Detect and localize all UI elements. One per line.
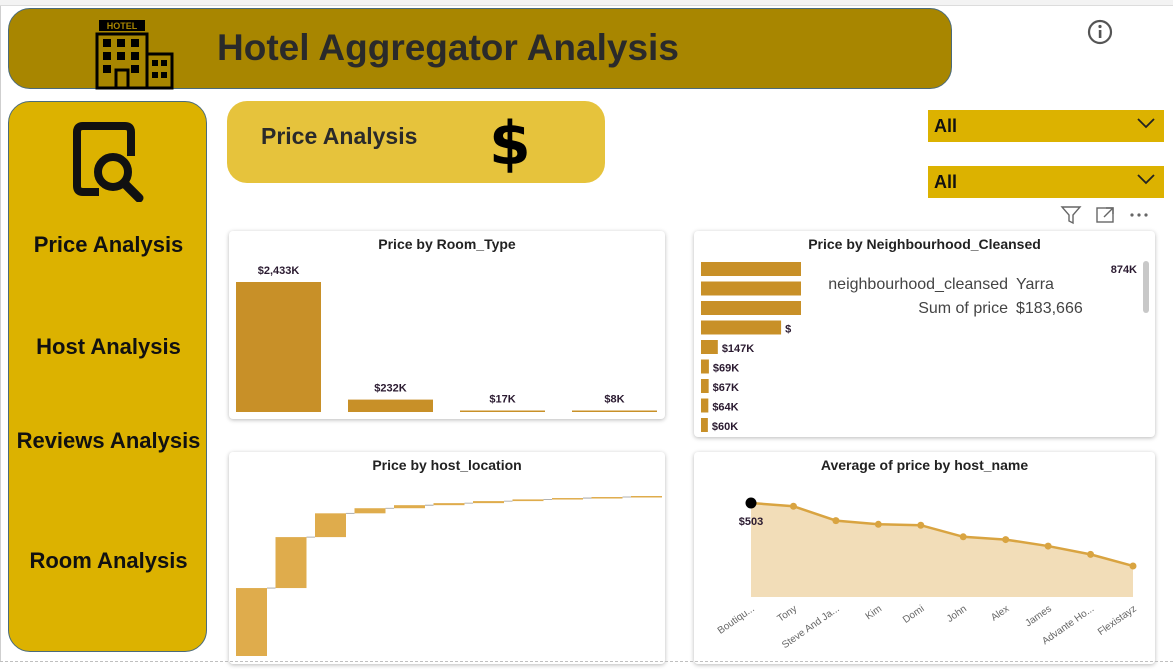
bar xyxy=(701,262,801,276)
waterfall-bar xyxy=(275,537,307,589)
waterfall-bar xyxy=(591,497,623,499)
waterfall-bar xyxy=(433,503,465,506)
data-label: $60K xyxy=(712,421,738,433)
bar xyxy=(701,418,708,432)
slicer-value: All xyxy=(934,116,958,136)
filter-icon[interactable] xyxy=(1060,204,1082,231)
bar xyxy=(701,340,718,354)
data-point xyxy=(1002,536,1010,544)
sidebar-item-price-analysis[interactable]: Price Analysis xyxy=(9,232,208,258)
slicer-dropdown-1[interactable]: All xyxy=(928,110,1164,142)
waterfall-bar xyxy=(552,498,583,500)
waterfall-bar xyxy=(394,505,425,509)
waterfall-bar xyxy=(236,588,267,656)
x-tick-label: Tony xyxy=(776,603,800,624)
tooltip-key: Sum of price xyxy=(918,300,1008,317)
host-location-waterfall-chart xyxy=(236,496,662,656)
sidebar-item-host-analysis[interactable]: Host Analysis xyxy=(9,334,208,360)
price-analysis-card: Price Analysis $ xyxy=(227,101,605,183)
bar xyxy=(348,399,433,412)
canvas-frame-bottom xyxy=(0,661,1173,662)
data-label: $17K xyxy=(489,394,515,406)
x-tick-label: James xyxy=(1023,603,1053,629)
sidebar-item-room-analysis[interactable]: Room Analysis xyxy=(9,548,208,574)
canvas-frame xyxy=(0,6,3,661)
waterfall-bar xyxy=(354,508,386,514)
page-title: Hotel Aggregator Analysis xyxy=(217,27,679,68)
chart-tooltip: neighbourhood_cleansed Yarra Sum of price… xyxy=(812,273,1083,321)
host-name-area-chart: $503Boutiqu... TonySteve And Ja... Kim Domi… xyxy=(716,497,1139,651)
neighbourhood-bar-chart: $ $147K $69K $67K $64K $60K 874K xyxy=(701,262,1137,433)
x-tick-label: Alex xyxy=(989,603,1011,623)
ribbon-strip xyxy=(0,0,1173,6)
bar xyxy=(236,282,321,412)
bar xyxy=(701,301,801,315)
chart-card-room-type[interactable]: Price by Room_Type $2,433K $232K $17K $8K xyxy=(229,231,665,419)
waterfall-bar xyxy=(512,499,544,502)
bar xyxy=(701,281,801,296)
hotel-icon: HOTEL xyxy=(93,12,183,95)
chevron-down-icon xyxy=(1136,172,1156,191)
hotel-logo-text: HOTEL xyxy=(107,21,138,31)
chart-card-host-location[interactable]: Price by host_location xyxy=(229,452,665,664)
focus-mode-icon[interactable] xyxy=(1094,204,1116,231)
info-icon[interactable] xyxy=(1086,18,1114,51)
data-label: $67K xyxy=(713,382,739,394)
header-banner: HOTEL Hotel Aggregator Analysis xyxy=(8,8,952,90)
x-tick-label: Kim xyxy=(864,603,884,622)
data-point xyxy=(874,520,882,528)
x-tick-label: John xyxy=(945,603,969,624)
tooltip-value: $183,666 xyxy=(1016,300,1083,317)
price-card-label: Price Analysis xyxy=(261,123,418,149)
data-label: $503 xyxy=(739,516,763,528)
data-point xyxy=(745,497,757,509)
chart-card-host-name[interactable]: Average of price by host_name $503 Boutiq… xyxy=(694,452,1155,664)
x-tick-label: Boutiqu... xyxy=(716,603,757,636)
more-options-icon[interactable] xyxy=(1128,204,1150,231)
sidebar-nav: Price Analysis Host Analysis Reviews Ana… xyxy=(8,101,207,652)
scrollbar[interactable] xyxy=(1143,261,1149,313)
sidebar-item-reviews-analysis[interactable]: Reviews Analysis xyxy=(9,428,208,454)
dollar-icon: $ xyxy=(489,109,531,179)
search-report-icon xyxy=(69,122,149,207)
data-point xyxy=(832,517,840,525)
waterfall-bar xyxy=(473,501,504,504)
chart-card-neighbourhood[interactable]: Price by Neighbourhood_Cleansed $ $147K $6… xyxy=(694,231,1155,437)
data-label: $64K xyxy=(712,402,738,414)
data-label: $232K xyxy=(374,383,406,395)
x-tick-label: Domi xyxy=(901,603,926,625)
waterfall-bar xyxy=(315,513,346,538)
room-type-bar-chart: $2,433K $232K $17K $8K xyxy=(236,265,657,412)
data-point xyxy=(1044,542,1052,550)
data-point xyxy=(917,521,925,529)
chevron-down-icon xyxy=(1136,116,1156,135)
waterfall-bar xyxy=(631,496,662,498)
data-label: 874K xyxy=(1111,264,1137,276)
data-label: $147K xyxy=(722,343,754,355)
bar xyxy=(572,410,657,412)
data-label: $8K xyxy=(604,394,624,406)
slicer-dropdown-2[interactable]: All xyxy=(928,166,1164,198)
visual-toolbar xyxy=(1058,204,1154,226)
bar xyxy=(460,410,545,412)
data-label: $ xyxy=(785,324,791,336)
tooltip-key: neighbourhood_cleansed xyxy=(828,276,1008,293)
bar xyxy=(701,359,709,374)
slicer-value: All xyxy=(934,172,958,192)
x-tick-label: Flexistayz xyxy=(1096,603,1139,638)
bar xyxy=(701,398,709,413)
data-label: $69K xyxy=(713,363,739,375)
bar xyxy=(701,379,709,393)
data-point xyxy=(789,502,797,510)
data-label: $2,433K xyxy=(258,265,300,277)
data-point xyxy=(1087,550,1095,558)
area-fill xyxy=(751,503,1133,597)
bar xyxy=(701,320,782,335)
tooltip-value: Yarra xyxy=(1016,276,1054,293)
data-point xyxy=(1129,562,1137,570)
data-point xyxy=(959,533,967,541)
